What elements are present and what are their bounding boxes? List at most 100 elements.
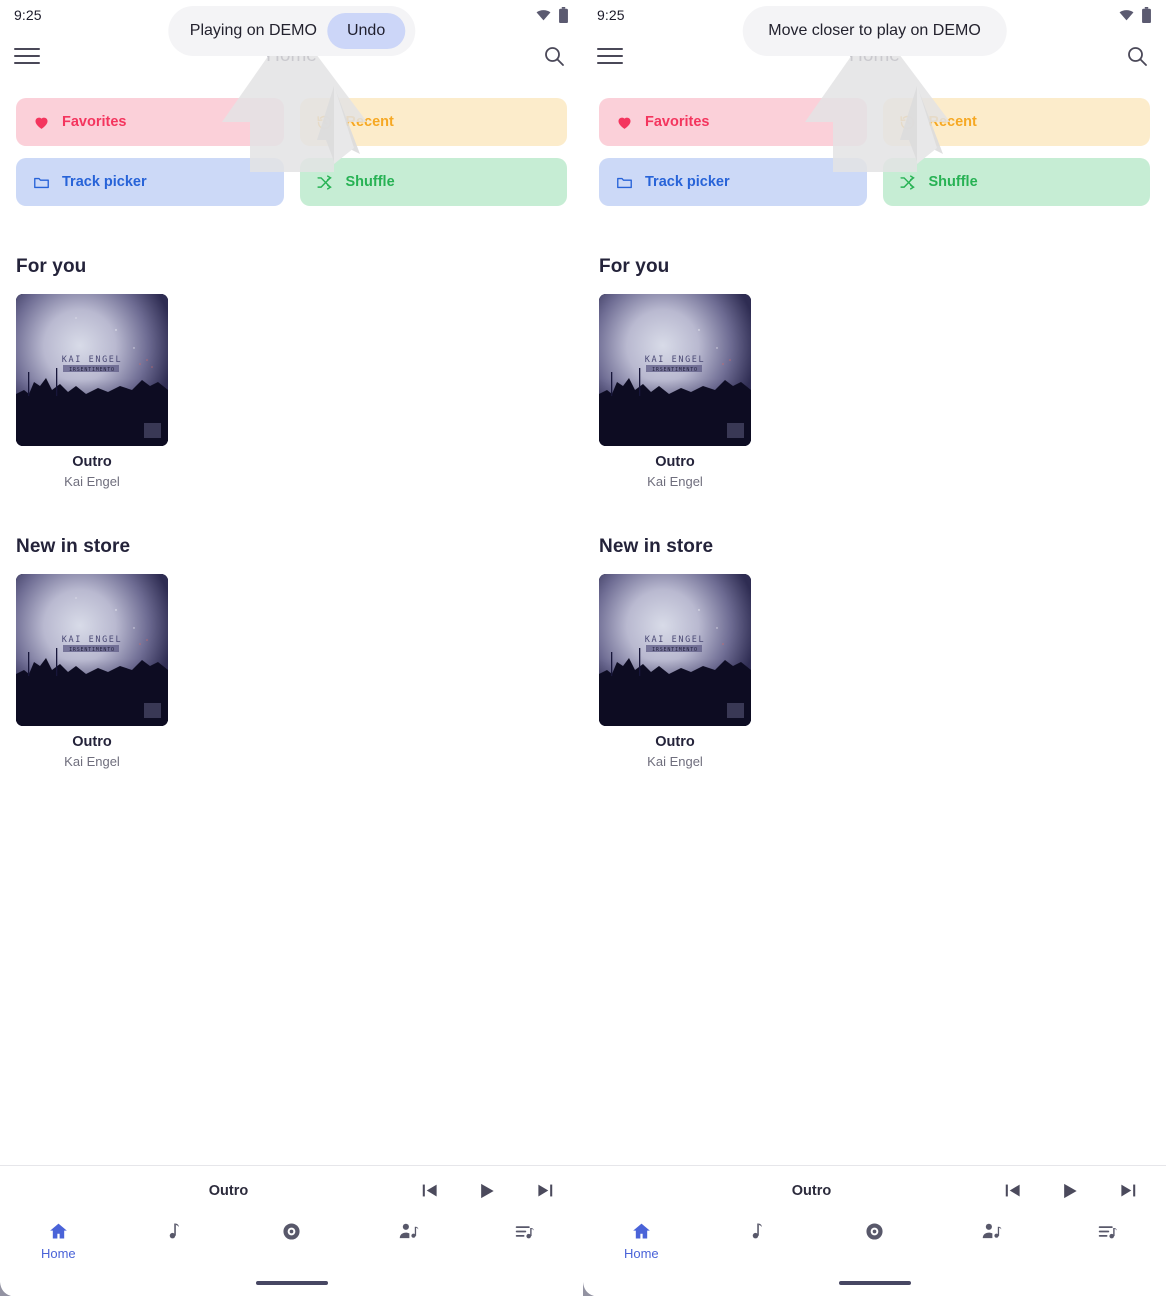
media-card-title: Outro — [72, 734, 112, 750]
status-bar: 9:25 — [583, 0, 1166, 30]
history-icon — [899, 113, 917, 131]
heart-icon — [615, 113, 633, 131]
mini-player-title: Outro — [791, 1182, 832, 1199]
hamburger-menu-icon[interactable] — [14, 45, 40, 67]
bottom-navigation: Home — [0, 1215, 583, 1270]
chip-recent[interactable]: Recent — [882, 98, 1150, 146]
svg-text:KAI ENGEL: KAI ENGEL — [645, 635, 705, 645]
status-clock: 9:25 — [597, 7, 625, 23]
nav-item-label: Home — [40, 1246, 76, 1261]
album-art: KAI ENGEL IRSENTIMENTO — [599, 574, 751, 726]
media-card-title: Outro — [655, 734, 695, 750]
section-title: New in store — [599, 536, 714, 557]
chip-label: Favorites — [645, 114, 710, 130]
history-icon — [316, 113, 334, 131]
shuffle-icon — [899, 173, 917, 191]
play-button[interactable] — [1058, 1179, 1082, 1203]
hamburger-menu-icon[interactable] — [597, 45, 623, 67]
battery-icon — [559, 7, 568, 23]
chip-favorites[interactable]: Favorites — [16, 98, 284, 146]
section-title: For you — [599, 256, 670, 277]
nav-item-songs[interactable] — [700, 1215, 817, 1246]
section-for-you: For you KAI ENGEL IRSENTIMENTO Outro Kai… — [599, 256, 751, 489]
artist-icon — [398, 1219, 419, 1243]
nav-item-playlists[interactable] — [466, 1215, 583, 1246]
phone-panel-right: 9:25 Home — [583, 0, 1166, 1296]
nav-item-home[interactable]: Home — [583, 1215, 700, 1261]
album-disc-icon — [864, 1219, 885, 1243]
nav-item-label: Home — [623, 1246, 659, 1261]
svg-text:KAI ENGEL: KAI ENGEL — [645, 355, 705, 365]
wifi-icon — [1119, 9, 1134, 20]
svg-text:IRSENTIMENTO: IRSENTIMENTO — [69, 647, 115, 653]
nav-item-playlists[interactable] — [1049, 1215, 1166, 1246]
search-icon[interactable] — [1122, 41, 1152, 71]
mini-player-title: Outro — [208, 1182, 249, 1199]
mini-player: Outro — [0, 1165, 583, 1215]
svg-text:IRSENTIMENTO: IRSENTIMENTO — [69, 367, 115, 373]
play-button[interactable] — [475, 1179, 499, 1203]
section-title: For you — [16, 256, 87, 277]
status-icons — [536, 7, 569, 23]
svg-text:IRSENTIMENTO: IRSENTIMENTO — [652, 367, 698, 373]
heart-icon — [32, 113, 50, 131]
shuffle-icon — [316, 173, 334, 191]
album-disc-icon — [281, 1219, 302, 1243]
media-card-artist: Kai Engel — [64, 474, 120, 489]
wifi-icon — [536, 9, 551, 20]
music-note-icon — [748, 1219, 768, 1243]
mini-player-controls — [417, 1179, 583, 1203]
chip-shuffle[interactable]: Shuffle — [882, 158, 1150, 206]
phone-panel-left: 9:25 Home — [0, 0, 583, 1296]
music-note-icon — [165, 1219, 185, 1243]
skip-next-button[interactable] — [533, 1179, 557, 1203]
folder-icon — [32, 173, 50, 191]
media-card-artist: Kai Engel — [647, 474, 703, 489]
media-card[interactable]: KAI ENGEL IRSENTIMENTO Outro Kai Engel — [599, 574, 751, 769]
media-card[interactable]: KAI ENGEL IRSENTIMENTO Outro Kai Engel — [16, 574, 168, 769]
chip-label: Recent — [345, 114, 394, 130]
chip-shuffle[interactable]: Shuffle — [299, 158, 567, 206]
folder-icon — [615, 173, 633, 191]
svg-text:IRSENTIMENTO: IRSENTIMENTO — [652, 647, 698, 653]
nav-item-home[interactable]: Home — [0, 1215, 117, 1261]
svg-text:KAI ENGEL: KAI ENGEL — [62, 355, 122, 365]
media-card[interactable]: KAI ENGEL IRSENTIMENTO Outro Kai Engel — [599, 294, 751, 489]
chip-label: Track picker — [645, 174, 730, 190]
home-icon — [631, 1219, 652, 1243]
chip-label: Shuffle — [928, 174, 978, 190]
bottom-navigation: Home — [583, 1215, 1166, 1270]
media-card-artist: Kai Engel — [64, 754, 120, 769]
artist-icon — [981, 1219, 1002, 1243]
chip-label: Shuffle — [345, 174, 395, 190]
chip-label: Favorites — [62, 114, 127, 130]
svg-text:KAI ENGEL: KAI ENGEL — [62, 635, 122, 645]
media-card[interactable]: KAI ENGEL IRSENTIMENTO Outro Kai Engel — [16, 294, 168, 489]
nav-item-artists[interactable] — [350, 1215, 467, 1246]
battery-icon — [1142, 7, 1151, 23]
nav-item-albums[interactable] — [816, 1215, 933, 1246]
status-bar: 9:25 — [0, 0, 583, 30]
skip-previous-button[interactable] — [417, 1179, 441, 1203]
gesture-bar[interactable] — [0, 1270, 583, 1296]
chip-track-picker[interactable]: Track picker — [16, 158, 284, 206]
mini-player: Outro — [583, 1165, 1166, 1215]
nav-item-songs[interactable] — [117, 1215, 234, 1246]
section-title: New in store — [16, 536, 131, 557]
quick-access-chips: Favorites Recent Track picker Shuffle — [583, 98, 1166, 206]
chip-recent[interactable]: Recent — [299, 98, 567, 146]
skip-previous-button[interactable] — [1000, 1179, 1024, 1203]
mini-player-controls — [1000, 1179, 1166, 1203]
section-new-in-store: New in store KAI ENGEL IRSENTIMENTO Outr… — [599, 536, 751, 769]
search-icon[interactable] — [539, 41, 569, 71]
nav-item-albums[interactable] — [233, 1215, 350, 1246]
nav-item-artists[interactable] — [933, 1215, 1050, 1246]
quick-access-chips: Favorites Recent Track picker Shuffle — [0, 98, 583, 206]
media-card-artist: Kai Engel — [647, 754, 703, 769]
gesture-bar[interactable] — [583, 1270, 1166, 1296]
chip-favorites[interactable]: Favorites — [599, 98, 867, 146]
media-card-title: Outro — [72, 454, 112, 470]
skip-next-button[interactable] — [1116, 1179, 1140, 1203]
home-icon — [48, 1219, 69, 1243]
chip-track-picker[interactable]: Track picker — [599, 158, 867, 206]
